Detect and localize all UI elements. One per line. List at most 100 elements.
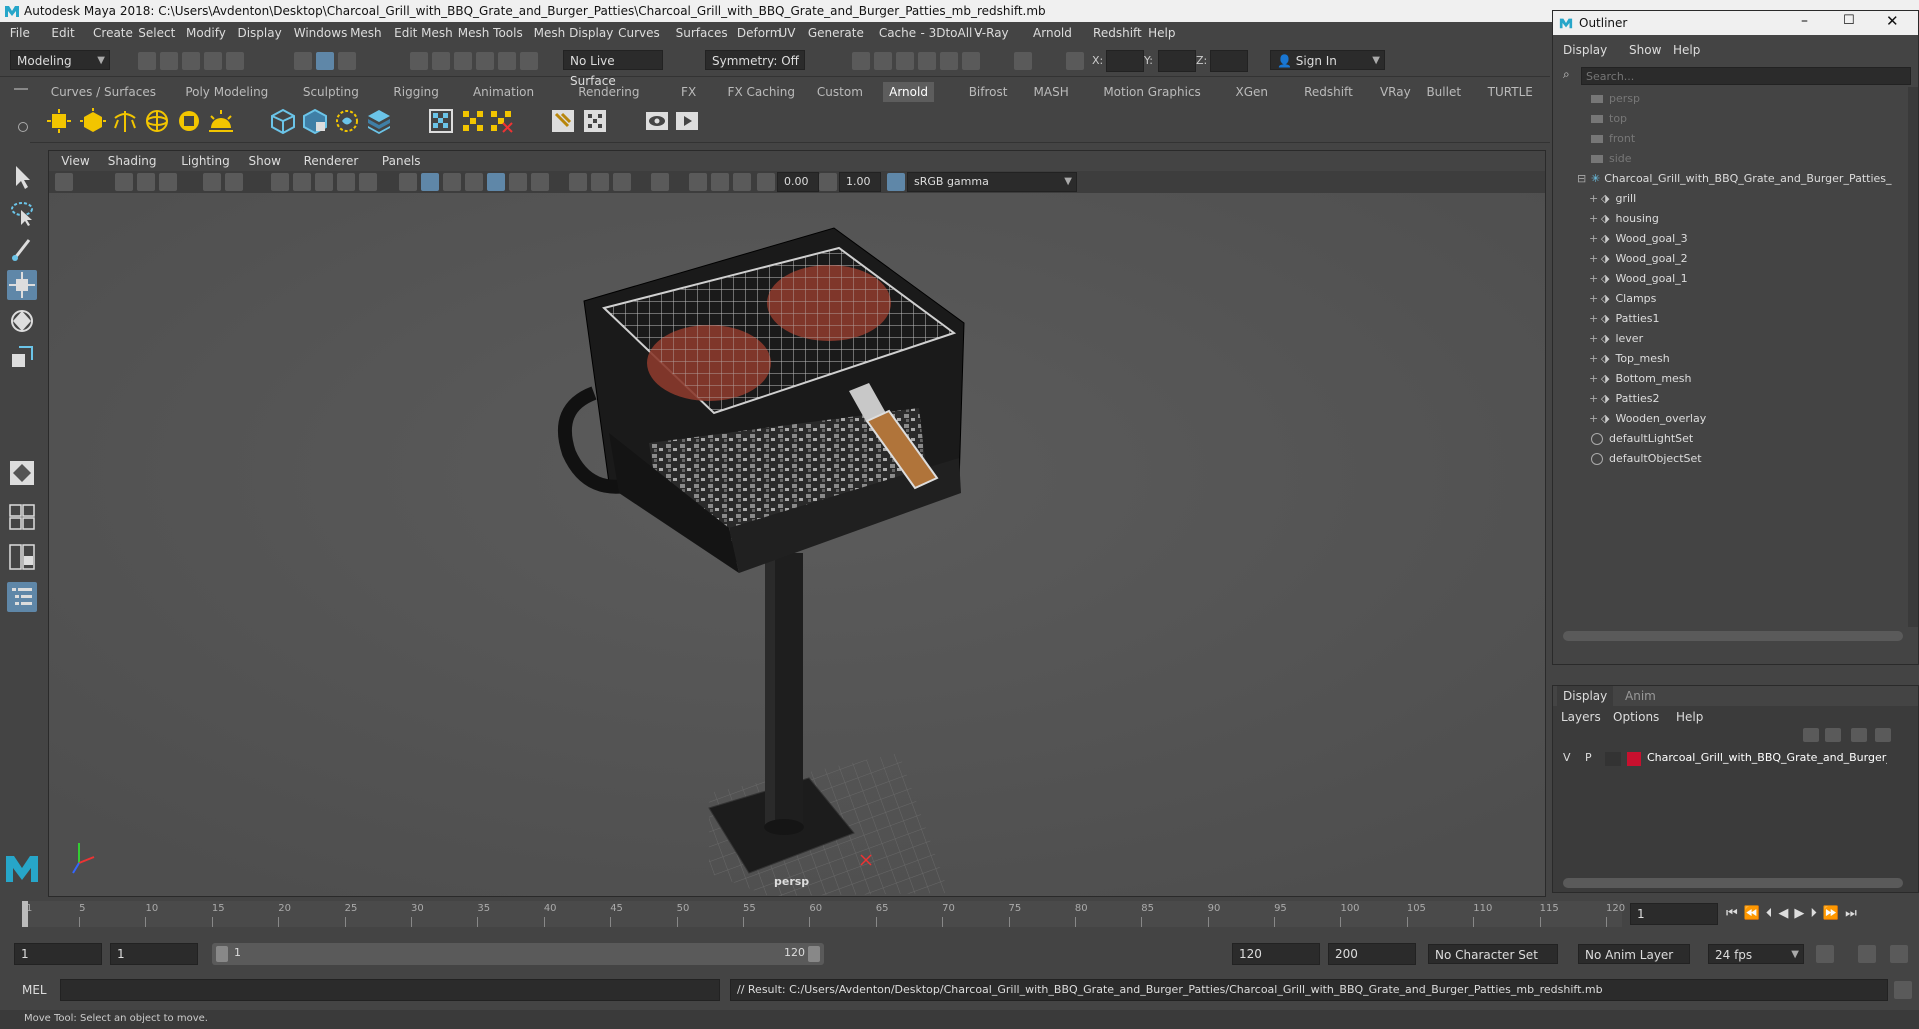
range-bar[interactable]: 1 120: [212, 943, 824, 965]
panel-menu-shading[interactable]: Shading: [108, 154, 157, 168]
menu-edit[interactable]: Edit: [51, 26, 74, 40]
shelf-tab-mash[interactable]: MASH: [1028, 82, 1075, 102]
menu-mesh-tools[interactable]: Mesh Tools: [458, 26, 523, 40]
photometric-light-icon[interactable]: [112, 108, 138, 134]
undo-icon[interactable]: [204, 52, 222, 70]
fps-dropdown[interactable]: 24 fps ▼: [1708, 944, 1804, 964]
snap-point-icon[interactable]: [454, 52, 472, 70]
panel-menu-show[interactable]: Show: [249, 154, 281, 168]
shelf-tab-redshift[interactable]: Redshift: [1298, 82, 1359, 102]
menu-help[interactable]: Help: [1148, 26, 1175, 40]
ipr-render-icon[interactable]: [896, 52, 914, 70]
outliner-item-patties1[interactable]: + ⬗ Patties1: [1589, 309, 1660, 329]
gamma-icon[interactable]: [819, 173, 837, 191]
playback-start-field[interactable]: 1: [110, 943, 198, 965]
outliner-search-input[interactable]: [1581, 67, 1911, 85]
snap-grid-icon[interactable]: [410, 52, 428, 70]
animation-preferences-icon[interactable]: [1890, 945, 1908, 963]
render-frame-icon[interactable]: [852, 52, 870, 70]
move-layer-up-icon[interactable]: [1803, 728, 1819, 742]
shelf-tab-custom[interactable]: Custom: [811, 82, 869, 102]
volume-icon[interactable]: [334, 108, 360, 134]
snap-curve-icon[interactable]: [432, 52, 450, 70]
sign-in-button[interactable]: 👤 Sign In ▼: [1270, 50, 1385, 70]
move-tool-icon[interactable]: [7, 270, 37, 300]
select-camera-icon[interactable]: [55, 173, 73, 191]
layers-menu[interactable]: Layers: [1561, 710, 1601, 724]
outliner-camera-side[interactable]: side: [1591, 149, 1632, 169]
ambient-occlusion-icon[interactable]: [569, 173, 587, 191]
texture-manager-icon[interactable]: [428, 108, 454, 134]
flush-cache-icon[interactable]: [460, 108, 486, 134]
snap-surface-icon[interactable]: [498, 52, 516, 70]
step-back-key-icon[interactable]: ⏴: [1766, 906, 1779, 921]
outliner-menu-display[interactable]: Display: [1563, 43, 1607, 57]
color-space-dropdown[interactable]: sRGB gamma ▼: [907, 172, 1077, 192]
select-object-icon[interactable]: [316, 52, 334, 70]
save-scene-icon[interactable]: [182, 52, 200, 70]
panel-menu-panels[interactable]: Panels: [382, 154, 421, 168]
shadows-icon[interactable]: [531, 173, 549, 191]
menu-curves[interactable]: Curves: [618, 26, 660, 40]
select-tool-icon[interactable]: [7, 162, 37, 192]
select-hierarchy-icon[interactable]: [294, 52, 312, 70]
new-layer-icon[interactable]: [1851, 728, 1867, 742]
isolate-select-icon[interactable]: [651, 173, 669, 191]
outliner-item-bottom-mesh[interactable]: + ⬗ Bottom_mesh: [1589, 369, 1692, 389]
render-setup-icon[interactable]: [962, 52, 980, 70]
outliner-vertical-scrollbar[interactable]: [1908, 87, 1918, 627]
menu-v-ray[interactable]: V-Ray: [974, 26, 1008, 40]
outliner-menu-help[interactable]: Help: [1673, 43, 1700, 57]
menu-redshift[interactable]: Redshift: [1093, 26, 1142, 40]
arnold-render-view-grid-icon[interactable]: [582, 108, 608, 134]
z-field[interactable]: [1210, 50, 1248, 72]
scene-export-icon[interactable]: [366, 108, 392, 134]
expand-icon[interactable]: +: [1589, 389, 1601, 409]
quick-layout-outliner-icon[interactable]: [7, 582, 37, 612]
expand-icon[interactable]: +: [1589, 189, 1601, 209]
anim-layer-dropdown[interactable]: No Anim Layer: [1578, 944, 1690, 964]
menu-display[interactable]: Display: [237, 26, 281, 40]
lights-icon[interactable]: [509, 173, 527, 191]
menu-modify[interactable]: Modify: [186, 26, 226, 40]
image-plane-icon[interactable]: [159, 173, 177, 191]
playback-controls[interactable]: ⏮⏪⏴◀▶⏵⏩⏭: [1726, 906, 1863, 921]
grid-toggle-icon[interactable]: [271, 173, 289, 191]
paint-select-tool-icon[interactable]: [7, 234, 37, 264]
anti-aliasing-icon[interactable]: [613, 173, 631, 191]
snap-view-icon[interactable]: [476, 52, 494, 70]
motion-blur-icon[interactable]: [591, 173, 609, 191]
mesh-light-icon[interactable]: [80, 108, 106, 134]
shelf-tab-turtle[interactable]: TURTLE: [1482, 82, 1539, 102]
exposure-icon[interactable]: [757, 173, 775, 191]
select-component-icon[interactable]: [338, 52, 356, 70]
play-forward-icon[interactable]: ▶: [1794, 906, 1810, 921]
step-forward-key-icon[interactable]: ⏵: [1810, 906, 1823, 921]
symmetry-dropdown[interactable]: Symmetry: Off: [705, 50, 805, 70]
outliner-set-defaultlightset[interactable]: defaultLightSet: [1591, 429, 1693, 449]
layer-name[interactable]: Charcoal_Grill_with_BBQ_Grate_and_Burger…: [1647, 751, 1887, 764]
2d-pan-zoom-icon[interactable]: [203, 173, 221, 191]
layer-display-type[interactable]: [1605, 752, 1621, 766]
panel-menu-lighting[interactable]: Lighting: [181, 154, 230, 168]
hypershade-icon[interactable]: [940, 52, 958, 70]
outliner-camera-front[interactable]: front: [1591, 129, 1635, 149]
menu-uv[interactable]: UV: [778, 26, 795, 40]
shelf-tab-sculpting[interactable]: Sculpting: [297, 82, 365, 102]
tab-anim[interactable]: Anim: [1619, 686, 1662, 706]
snap-pivot-icon[interactable]: [520, 52, 538, 70]
wireframe-icon[interactable]: [399, 173, 417, 191]
menu-mesh[interactable]: Mesh: [350, 26, 382, 40]
skydome-light-icon[interactable]: [144, 108, 170, 134]
outliner-root-group[interactable]: ⊟ ✳ Charcoal_Grill_with_BBQ_Grate_and_Burg…: [1577, 169, 1892, 189]
layer-horizontal-scrollbar[interactable]: [1563, 878, 1903, 888]
3d-viewport[interactable]: persp: [49, 193, 1545, 896]
smooth-shade-icon[interactable]: [421, 173, 439, 191]
move-layer-down-icon[interactable]: [1825, 728, 1841, 742]
auto-key-icon[interactable]: [1858, 945, 1876, 963]
bookmarks-icon[interactable]: [137, 173, 155, 191]
xray-joints-icon[interactable]: [711, 173, 729, 191]
gate-mask-icon[interactable]: [337, 173, 355, 191]
outliner-camera-persp[interactable]: persp: [1591, 89, 1640, 109]
standin-icon[interactable]: [270, 108, 296, 134]
